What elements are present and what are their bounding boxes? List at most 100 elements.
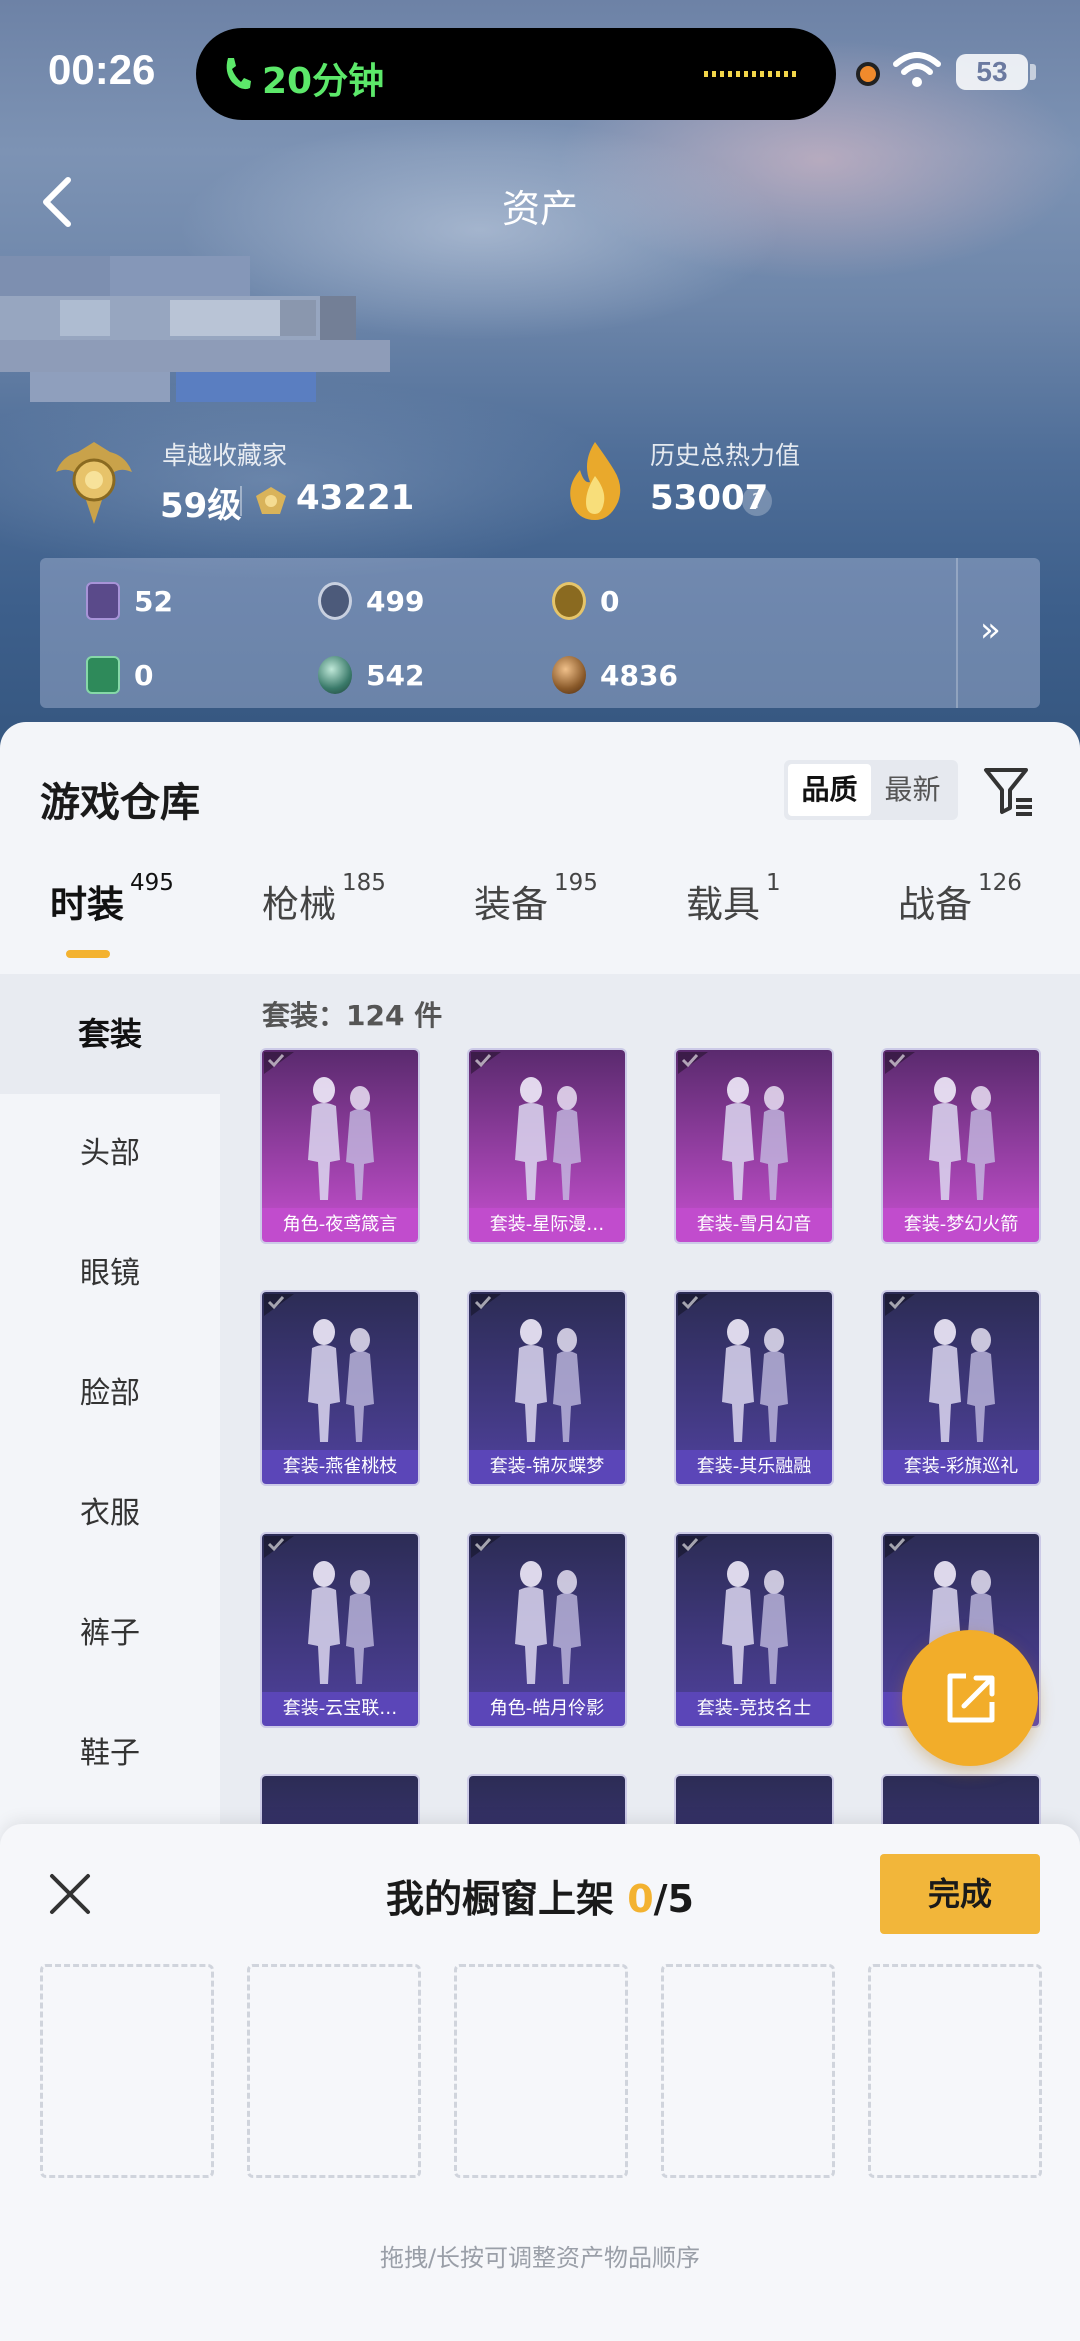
checkmark-icon [264,1536,294,1558]
showcase-slot[interactable] [454,1964,628,2178]
item-card[interactable]: 套装-其乐融融 [676,1292,832,1484]
item-name: 套装-其乐融融 [676,1450,832,1484]
rank-points: 43221 [296,478,415,518]
tab-equipment[interactable]: 装备 195 [474,870,598,928]
checkmark-icon [678,1294,708,1316]
item-name: 套装-雪月幻音 [676,1208,832,1242]
warehouse-title: 游戏仓库 [40,780,200,826]
wifi-icon [893,52,941,87]
item-name: 套装-彩旗巡礼 [883,1450,1039,1484]
item-name: 角色-皓月伶影 [469,1692,625,1726]
status-time: 00:26 [48,46,156,93]
item-card[interactable]: 角色-夜鸢箴言 [262,1050,418,1242]
currency-panel: 52 499 0 0 542 4836 » [40,558,1040,708]
tab-vehicles[interactable]: 载具 1 [686,870,781,928]
item-card[interactable]: 套装-星际漫… [469,1050,625,1242]
showcase-hint: 拖拽/长按可调整资产物品顺序 [379,2244,701,2272]
currency-item: 542 [318,652,424,698]
item-card[interactable]: 套装-燕雀桃枝 [262,1292,418,1484]
currency-item: 0 [86,652,153,698]
filter-icon[interactable] [982,764,1036,818]
checkmark-icon [678,1052,708,1074]
currency-item: 499 [318,578,424,624]
call-duration: 20分钟 [262,61,385,102]
item-card[interactable]: 角色-皓月伶影 [469,1534,625,1726]
share-icon [947,1673,995,1723]
item-card[interactable]: 套装-竞技名士 [676,1534,832,1726]
category-tabs: 时装 495 枪械 185 装备 195 载具 1 战备 126 [0,870,1080,974]
item-artwork [676,1292,832,1452]
item-name: 套装-梦幻火箭 [883,1208,1039,1242]
sidebar-item-head[interactable]: 头部 [0,1094,220,1214]
item-name: 套装-竞技名士 [676,1692,832,1726]
purple-card-icon [86,582,120,620]
rank-title: 卓越收藏家 [162,441,288,470]
item-artwork [262,1050,418,1210]
rank-level: 59级 [160,486,242,526]
item-name: 套装-燕雀桃枝 [262,1450,418,1484]
item-card[interactable]: 套装-梦幻火箭 [883,1050,1039,1242]
item-artwork [469,1534,625,1694]
call-indicator[interactable]: 20分钟 [196,28,836,120]
sidebar-item-glasses[interactable]: 眼镜 [0,1214,220,1334]
silver-coin-icon [318,582,352,620]
item-artwork [883,1292,1039,1452]
showcase-slot[interactable] [868,1964,1042,2178]
sidebar-item-face[interactable]: 脸部 [0,1334,220,1454]
done-button[interactable]: 完成 [880,1854,1040,1934]
flame-icon [570,442,621,520]
item-artwork [676,1050,832,1210]
item-artwork [469,1050,625,1210]
item-artwork [262,1292,418,1452]
sort-quality-button[interactable]: 品质 [788,764,871,816]
item-card[interactable]: 套装-雪月幻音 [676,1050,832,1242]
item-artwork [883,1050,1039,1210]
sidebar-item-pants[interactable]: 裤子 [0,1574,220,1694]
item-count: 套装：124 件 [262,999,443,1032]
share-button[interactable] [902,1630,1038,1766]
battery-icon: 53 [956,54,1028,90]
item-name: 套装-云宝联… [262,1692,418,1726]
active-tab-indicator [66,950,110,958]
collector-badge-icon [56,442,132,524]
item-name: 角色-夜鸢箴言 [262,1208,418,1242]
showcase-slot[interactable] [247,1964,421,2178]
sidebar-item-shoes[interactable]: 鞋子 [0,1694,220,1814]
showcase-slot[interactable] [661,1964,835,2178]
tab-battle-gear[interactable]: 战备 126 [898,870,1022,928]
help-icon[interactable]: ? [742,486,772,516]
currency-more-button[interactable]: » [980,610,1001,650]
showcase-shelf-panel: 我的橱窗上架 0/5 完成 拖拽/长按可调整资产物品顺序 [0,1824,1080,2341]
tab-fashion[interactable]: 时装 495 [50,870,174,928]
sort-toggle: 品质 最新 [784,760,958,820]
green-card-icon [86,656,120,694]
showcase-slot[interactable] [40,1964,214,2178]
checkmark-icon [471,1294,501,1316]
item-card[interactable]: 套装-锦灰蝶梦 [469,1292,625,1484]
item-name: 套装-星际漫… [469,1208,625,1242]
sort-newest-button[interactable]: 最新 [871,764,954,816]
tab-firearms[interactable]: 枪械 185 [262,870,386,928]
sidebar-item-outfit[interactable]: 套装 [0,974,220,1094]
badge-points-icon [256,487,286,514]
item-artwork [469,1292,625,1452]
checkmark-icon [264,1294,294,1316]
checkmark-icon [885,1294,915,1316]
currency-item: 4836 [552,652,678,698]
checkmark-icon [471,1052,501,1074]
item-artwork [262,1534,418,1694]
item-card[interactable]: 套装-云宝联… [262,1534,418,1726]
phone-icon [226,58,251,90]
sidebar-item-clothes[interactable]: 衣服 [0,1454,220,1574]
gold-medal-icon [552,582,586,620]
currency-item: 52 [86,578,173,624]
checkmark-icon [885,1052,915,1074]
green-orb-icon [318,656,352,694]
page-title: 资产 [501,187,578,231]
item-name: 套装-锦灰蝶梦 [469,1450,625,1484]
bronze-coin-icon [552,656,586,694]
showcase-count: 0 [627,1877,654,1921]
blurred-user-info [0,256,390,406]
item-card[interactable]: 套装-彩旗巡礼 [883,1292,1039,1484]
checkmark-icon [264,1052,294,1074]
